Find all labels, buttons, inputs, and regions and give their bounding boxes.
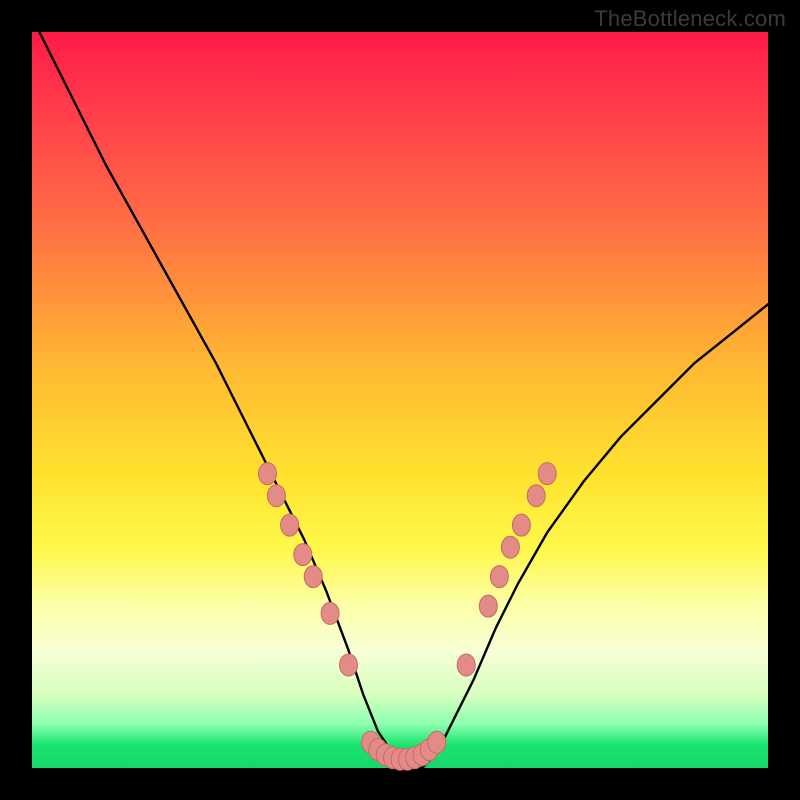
curve-marker [501,536,519,558]
attribution-label: TheBottleneck.com [594,6,786,32]
curve-marker [490,566,508,588]
plot-area [32,32,768,768]
curve-marker [479,595,497,617]
curve-marker [512,514,530,536]
curve-markers [259,463,557,771]
curve-marker [428,731,446,753]
curve-marker [294,544,312,566]
curve-marker [259,463,277,485]
curve-marker [538,463,556,485]
curve-marker [304,566,322,588]
curve-marker [321,602,339,624]
chart-frame: TheBottleneck.com [0,0,800,800]
bottleneck-curve [32,17,768,768]
curve-marker [527,485,545,507]
curve-svg [32,32,768,768]
curve-marker [457,654,475,676]
curve-marker [281,514,299,536]
curve-marker [340,654,358,676]
curve-marker [267,485,285,507]
